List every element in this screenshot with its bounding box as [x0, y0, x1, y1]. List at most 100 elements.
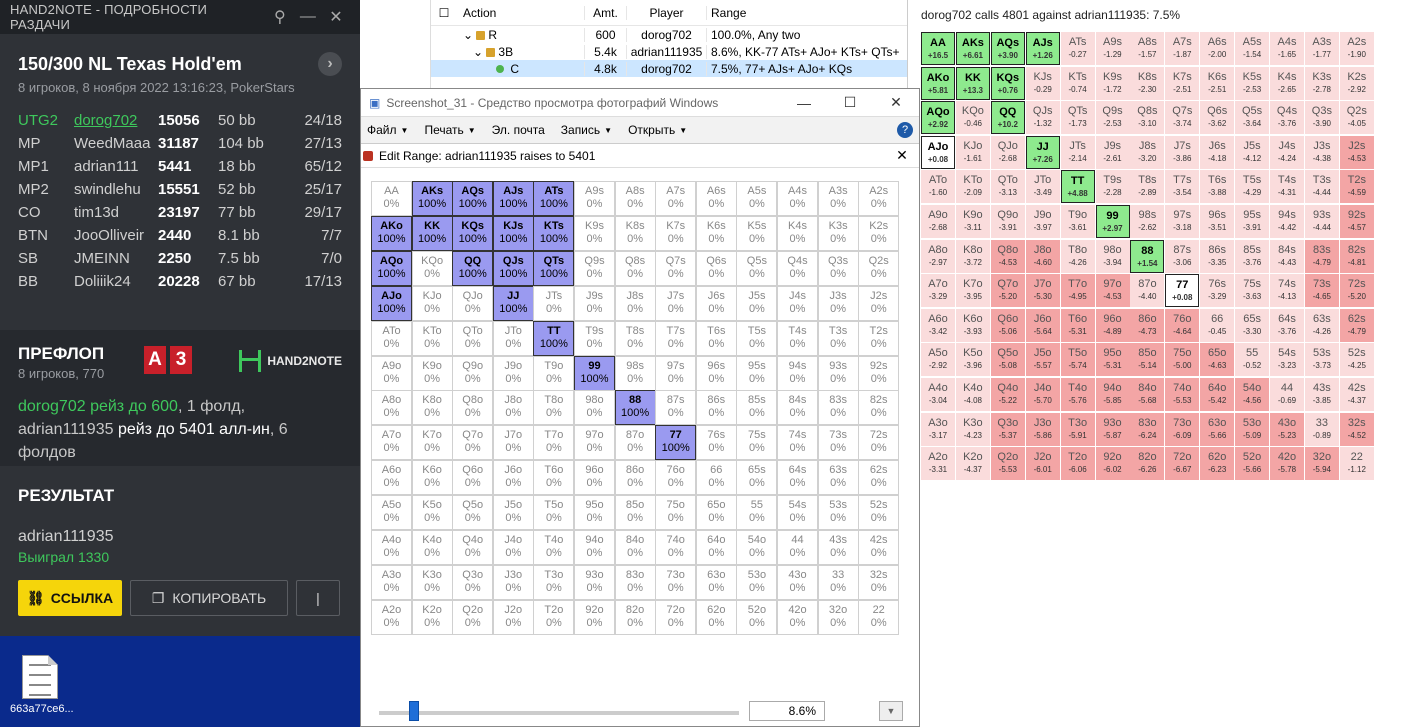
range-cell[interactable]: A2o 0% [371, 599, 412, 635]
range-cell[interactable]: T7o 0% [533, 425, 575, 461]
range-cell[interactable]: Q9s 0% [574, 250, 615, 286]
range-cell[interactable]: KJs 100% [492, 215, 534, 251]
range-cell[interactable]: 98o 0% [574, 390, 615, 426]
range-cell[interactable]: J2s 0% [858, 285, 900, 321]
range-cell[interactable]: J3o 0% [492, 564, 534, 600]
range-cell[interactable]: Q6o 0% [452, 460, 494, 496]
range-cell[interactable]: K7o 0% [411, 425, 453, 461]
range-cell[interactable]: 98s 0% [614, 355, 656, 391]
range-cell[interactable]: 43o 0% [777, 564, 818, 600]
range-cell[interactable]: J7o 0% [492, 425, 534, 461]
range-slider-track[interactable] [379, 711, 739, 715]
range-cell[interactable]: T4s 0% [777, 320, 818, 356]
range-cell[interactable]: Q9o 0% [452, 355, 494, 391]
maximize-icon[interactable]: ☐ [827, 94, 873, 111]
range-cell[interactable]: 94o 0% [574, 530, 615, 565]
range-cell[interactable]: A7o 0% [371, 425, 412, 461]
range-cell[interactable]: T3o 0% [533, 564, 575, 600]
range-cell[interactable]: A5o 0% [371, 495, 412, 531]
range-cell[interactable]: Q2s 0% [858, 250, 900, 286]
range-cell[interactable]: AKs 100% [411, 181, 453, 216]
range-cell[interactable]: JTo 0% [492, 320, 534, 356]
range-cell[interactable]: 87s 0% [655, 390, 697, 426]
range-cell[interactable]: 42s 0% [858, 530, 900, 565]
range-cell[interactable]: QTo 0% [452, 320, 494, 356]
range-cell[interactable]: Q2o 0% [452, 599, 494, 635]
range-cell[interactable]: 44 0% [777, 530, 818, 565]
range-cell[interactable]: T2s 0% [858, 320, 900, 356]
range-cell[interactable]: 97o 0% [574, 425, 615, 461]
range-cell[interactable]: K2s 0% [858, 215, 900, 251]
range-cell[interactable]: AJo 100% [371, 285, 412, 321]
range-cell[interactable]: 92s 0% [858, 355, 900, 391]
range-cell[interactable]: 95o 0% [574, 495, 615, 531]
range-slider-thumb[interactable] [409, 701, 419, 721]
close-icon[interactable]: ✕ [873, 94, 919, 111]
menu-open[interactable]: Открыть [628, 123, 675, 137]
range-cell[interactable]: 96s 0% [695, 355, 737, 391]
player-row[interactable]: SB JMEINN 2250 7.5 bb 7/0 [18, 247, 342, 270]
range-cell[interactable]: A6o 0% [371, 460, 412, 496]
range-cell[interactable]: J9o 0% [492, 355, 534, 391]
range-cell[interactable]: JJ 100% [492, 285, 534, 321]
close-icon[interactable]: ✕ [322, 7, 350, 27]
range-cell[interactable]: J6o 0% [492, 460, 534, 496]
range-cell[interactable]: 86o 0% [614, 460, 656, 496]
range-cell[interactable]: J5s 0% [736, 285, 778, 321]
range-cell[interactable]: QTs 100% [533, 250, 575, 286]
range-cell[interactable]: 92o 0% [574, 599, 615, 635]
range-cell[interactable]: A4o 0% [371, 530, 412, 565]
range-cell[interactable]: 84s 0% [777, 390, 818, 426]
range-cell[interactable]: 72o 0% [655, 599, 697, 635]
range-cell[interactable]: 76o 0% [655, 460, 697, 496]
player-row[interactable]: BTN JooOlliveir 2440 8.1 bb 7/7 [18, 224, 342, 247]
range-cell[interactable]: T4o 0% [533, 530, 575, 565]
player-row[interactable]: BB Doliiik24 20228 67 bb 17/13 [18, 270, 342, 293]
range-cell[interactable]: KJo 0% [411, 285, 453, 321]
menu-burn[interactable]: Запись [561, 123, 600, 137]
range-cell[interactable]: 93s 0% [817, 355, 859, 391]
range-cell[interactable]: JTs 0% [533, 285, 575, 321]
range-cell[interactable]: 73o 0% [655, 564, 697, 600]
range-cell[interactable]: 99 100% [574, 355, 615, 391]
range-cell[interactable]: QQ 100% [452, 250, 494, 286]
range-cell[interactable]: 42o 0% [777, 599, 818, 635]
range-cell[interactable]: K4o 0% [411, 530, 453, 565]
range-cell[interactable]: 82o 0% [614, 599, 656, 635]
range-cell[interactable]: AJs 100% [492, 181, 534, 216]
expand-icon[interactable]: ⌄ [463, 28, 473, 42]
range-cell[interactable]: 43s 0% [817, 530, 859, 565]
range-cell[interactable]: 83o 0% [614, 564, 656, 600]
range-cell[interactable]: J7s 0% [655, 285, 697, 321]
range-cell[interactable]: AA 0% [371, 181, 412, 216]
menu-file[interactable]: Файл [367, 123, 397, 137]
range-cell[interactable]: 54o 0% [736, 530, 778, 565]
range-cell[interactable]: 86s 0% [695, 390, 737, 426]
range-cell[interactable]: Q7o 0% [452, 425, 494, 461]
range-cell[interactable]: K6o 0% [411, 460, 453, 496]
dropdown-arrow-icon[interactable]: ▼ [879, 701, 903, 721]
minimize-icon[interactable]: — [294, 8, 322, 26]
range-cell[interactable]: T9s 0% [574, 320, 615, 356]
col-action[interactable]: Action [457, 5, 585, 20]
link-button[interactable]: ⛓ ССЫЛКА [18, 580, 122, 616]
minimize-icon[interactable]: — [781, 95, 827, 111]
range-cell[interactable]: Q5s 0% [736, 250, 778, 286]
range-cell[interactable]: Q8s 0% [614, 250, 656, 286]
range-cell[interactable]: AKo 100% [371, 215, 412, 251]
range-cell[interactable]: KK 100% [411, 215, 453, 251]
range-cell[interactable]: 77 100% [655, 425, 697, 461]
range-cell[interactable]: Q4s 0% [777, 250, 818, 286]
range-cell[interactable]: J4o 0% [492, 530, 534, 565]
range-cell[interactable]: A6s 0% [695, 181, 737, 216]
range-cell[interactable]: 65o 0% [695, 495, 737, 531]
range-cell[interactable]: ATo 0% [371, 320, 412, 356]
range-cell[interactable]: Q3o 0% [452, 564, 494, 600]
range-cell[interactable]: J8s 0% [614, 285, 656, 321]
range-cell[interactable]: A8s 0% [614, 181, 656, 216]
copy-button[interactable]: ❐ КОПИРОВАТЬ [130, 580, 288, 616]
col-amt[interactable]: Amt. [585, 5, 627, 20]
col-range[interactable]: Range [707, 6, 907, 20]
range-cell[interactable]: AQo 100% [371, 250, 412, 286]
range-cell[interactable]: K8s 0% [614, 215, 656, 251]
